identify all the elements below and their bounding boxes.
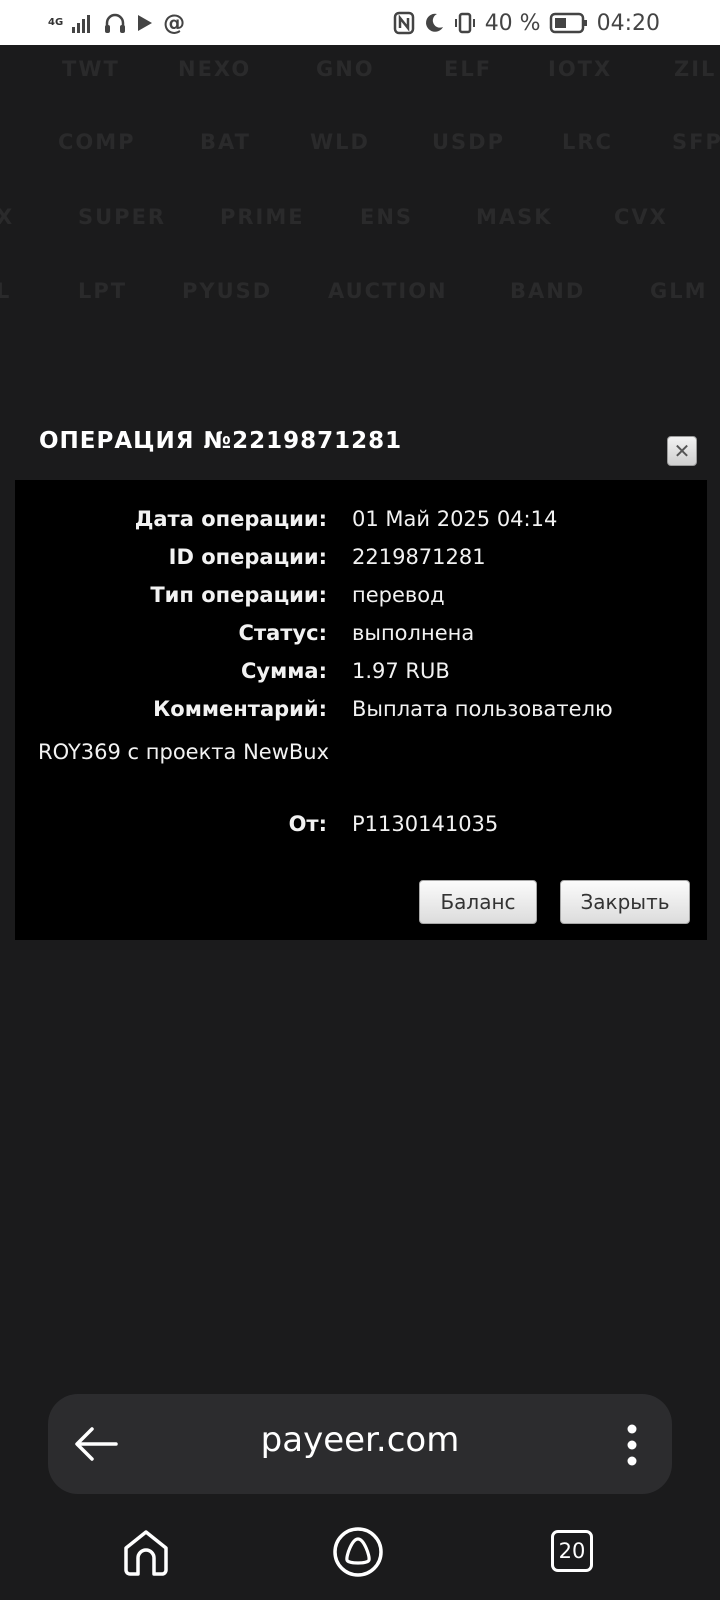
detail-value: перевод <box>352 583 445 607</box>
detail-row-from: От: P1130141035 <box>15 812 707 842</box>
ticker-item: NEXO <box>178 57 252 81</box>
detail-value: 2219871281 <box>352 545 486 569</box>
status-left-icons: 4G @ <box>48 8 185 38</box>
tabs-count-button[interactable]: 20 <box>551 1530 593 1572</box>
battery-percent: 40 % <box>484 10 541 36</box>
detail-value: 1.97 RUB <box>352 659 450 683</box>
detail-label: Статус: <box>238 621 327 645</box>
dialog-title: ОПЕРАЦИЯ №2219871281 <box>39 428 403 454</box>
detail-row-comment: Комментарий: Выплата пользователю <box>15 697 707 727</box>
detail-row-status: Статус: выполнена <box>15 621 707 651</box>
assistant-icon[interactable] <box>332 1526 384 1578</box>
detail-row-amount: Сумма: 1.97 RUB <box>15 659 707 689</box>
ticker-item: GNO <box>316 57 375 81</box>
battery-icon <box>549 12 587 34</box>
detail-row-id: ID операции: 2219871281 <box>15 545 707 575</box>
ticker-item: TWT <box>62 57 120 81</box>
detail-label: Комментарий: <box>153 697 327 721</box>
ticker-item: SFP <box>672 130 720 154</box>
bottom-navigation <box>0 1510 720 1600</box>
headphones-icon <box>105 13 126 33</box>
detail-value: выполнена <box>352 621 475 645</box>
detail-label: От: <box>288 812 327 836</box>
ticker-item: L <box>0 279 12 303</box>
more-vertical-icon[interactable] <box>626 1424 638 1466</box>
ticker-item: PRIME <box>220 205 305 229</box>
ticker-item: BAND <box>510 279 586 303</box>
ticker-item: COMP <box>58 130 136 154</box>
address-bar[interactable]: payeer.com <box>48 1394 672 1494</box>
ticker-item: SUPER <box>78 205 167 229</box>
ticker-item: USDP <box>432 130 505 154</box>
ticker-item: CVX <box>614 205 668 229</box>
comment-continuation: ROY369 с проекта NewBux <box>38 740 330 764</box>
ticker-item: LRC <box>562 130 613 154</box>
background-ticker-grid: TWT NEXO GNO ELF IOTX ZIL COMP BAT WLD U… <box>0 45 720 385</box>
status-right-icons: 40 % 04:20 <box>393 8 660 38</box>
close-button[interactable]: Закрыть <box>560 880 690 924</box>
clock: 04:20 <box>596 10 660 36</box>
status-bar: 4G @ 40 % 04:20 <box>0 0 720 45</box>
play-icon <box>138 15 153 31</box>
moon-icon <box>425 13 443 32</box>
at-icon: @ <box>163 10 186 36</box>
nfc-icon <box>393 11 414 35</box>
ticker-item: IOTX <box>548 57 613 81</box>
detail-label: Дата операции: <box>134 507 327 531</box>
close-icon: ✕ <box>673 439 691 463</box>
ticker-item: MASK <box>476 205 553 229</box>
detail-value: P1130141035 <box>352 812 499 836</box>
ticker-item: BAT <box>200 130 251 154</box>
home-icon[interactable] <box>120 1526 172 1578</box>
detail-label: Сумма: <box>241 659 327 683</box>
detail-value: Выплата пользователю <box>352 697 613 721</box>
balance-button[interactable]: Баланс <box>419 880 537 924</box>
dialog-close-button[interactable]: ✕ <box>667 436 697 466</box>
ticker-item: GLM <box>650 279 708 303</box>
detail-value: 01 Май 2025 04:14 <box>352 507 558 531</box>
ticker-item: WLD <box>310 130 370 154</box>
detail-row-date: Дата операции: 01 Май 2025 04:14 <box>15 507 707 537</box>
ticker-item: X <box>0 205 15 229</box>
detail-row-type: Тип операции: перевод <box>15 583 707 613</box>
detail-label: ID операции: <box>168 545 327 569</box>
ticker-item: PYUSD <box>182 279 273 303</box>
ticker-item: AUCTION <box>328 279 448 303</box>
operation-details: Дата операции: 01 Май 2025 04:14 ID опер… <box>15 480 707 940</box>
signal-icon <box>72 15 91 33</box>
ticker-item: ENS <box>360 205 414 229</box>
vibrate-icon <box>454 12 475 34</box>
network-type: 4G <box>48 17 64 28</box>
detail-label: Тип операции: <box>150 583 327 607</box>
url-text[interactable]: payeer.com <box>48 1420 672 1460</box>
ticker-item: ZIL <box>674 57 717 81</box>
ticker-item: ELF <box>444 57 493 81</box>
ticker-item: LPT <box>78 279 128 303</box>
